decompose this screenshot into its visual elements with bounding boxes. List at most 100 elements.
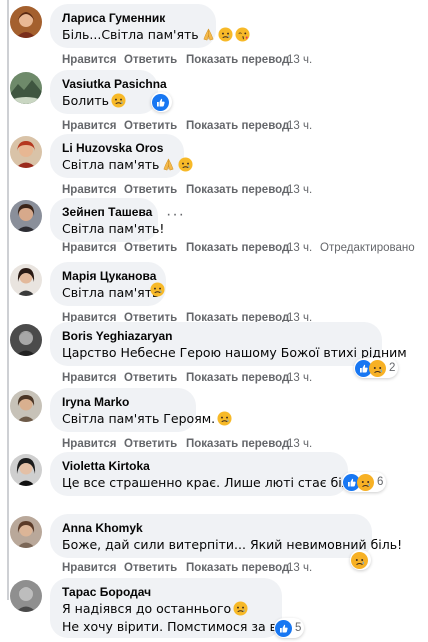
comment-text: Боже, дай сили витерпіти... Який невимов… [62, 536, 402, 554]
reaction-summary[interactable] [350, 550, 371, 570]
comment-text: Світла пам'ять! [62, 220, 164, 238]
comment-author[interactable]: Anna Khomyk [62, 521, 360, 536]
translate-link[interactable]: Показать перевод [186, 120, 289, 132]
avatar[interactable] [10, 324, 42, 356]
comment-author[interactable]: Li Huzovska Oros [62, 141, 172, 156]
comment-text-body: Царство Небесне Герою нашому Божої втихі… [62, 345, 407, 360]
timestamp[interactable]: 13 ч. [287, 372, 312, 384]
avatar[interactable] [10, 516, 42, 548]
comment-bubble: Тарас Бородач Я надіявся до останнього Н… [50, 578, 299, 638]
sad-emoji-icon [111, 93, 126, 108]
avatar[interactable] [10, 136, 42, 168]
like-link[interactable]: Нравится [62, 372, 116, 384]
reply-link[interactable]: Ответить [124, 54, 177, 66]
like-link[interactable]: Нравится [62, 120, 116, 132]
more-options-icon[interactable]: ··· [166, 206, 185, 224]
translate-link[interactable]: Показать перевод [186, 372, 289, 384]
sad-emoji-icon [217, 27, 233, 42]
translate-link[interactable]: Показать перевод [186, 184, 289, 196]
comment-text: Я надіявся до останнього [62, 600, 270, 618]
comment-author[interactable]: Vasiutka Pasichna [62, 77, 167, 92]
comment-text-body: Боже, дай сили витерпіти... Який невимов… [62, 537, 403, 552]
comment-text-body: Світла пам'ять Героям. [62, 411, 216, 426]
sad-reaction-icon [351, 551, 368, 569]
like-reaction-icon [152, 93, 169, 111]
reaction-count: 6 [377, 476, 384, 488]
comment-text-body: Болить [62, 93, 109, 108]
sad-emoji-icon [178, 157, 194, 172]
comment-author[interactable]: Тарас Бородач [62, 585, 270, 600]
avatar[interactable] [10, 264, 42, 296]
comment-author[interactable]: Violetta Kirtoka [62, 459, 336, 474]
comment-bubble: Vasiutka Pasichna Болить [50, 70, 167, 114]
reaction-count: 5 [295, 622, 302, 634]
like-link[interactable]: Нравится [62, 562, 116, 574]
reply-link[interactable]: Ответить [124, 184, 177, 196]
timestamp[interactable]: 13 ч. [287, 54, 312, 66]
comment-text-body: Біль...Світла пам'ять [62, 27, 199, 42]
like-reaction-icon [275, 619, 292, 637]
sad-emoji-icon [233, 601, 249, 616]
reaction-summary[interactable]: 5 [274, 618, 305, 638]
reaction-summary[interactable]: 6 [342, 472, 387, 492]
reply-link[interactable]: Ответить [124, 438, 177, 450]
timestamp[interactable]: 13 ч. [287, 120, 312, 132]
edited-label[interactable]: Отредактировано [320, 242, 415, 254]
comment-text: Світла пам'ять [62, 156, 194, 174]
sad-emoji-icon [150, 282, 165, 297]
avatar[interactable] [10, 580, 42, 612]
thread-line [7, 0, 9, 600]
comment-bubble: Лариса Гуменник Біль...Світла пам'ять [50, 4, 250, 48]
reply-link[interactable]: Ответить [124, 562, 177, 574]
translate-link[interactable]: Показать перевод [186, 438, 289, 450]
comment-text: Біль...Світла пам'ять [62, 26, 250, 44]
avatar[interactable] [10, 454, 42, 486]
sad-reaction-icon [357, 473, 374, 491]
avatar[interactable] [10, 72, 42, 104]
translate-link[interactable]: Показать перевод [186, 562, 289, 574]
avatar[interactable] [10, 6, 42, 38]
reply-link[interactable]: Ответить [124, 120, 177, 132]
translate-link[interactable]: Показать перевод [186, 242, 289, 254]
comment-text: Світла пам'ять [62, 284, 159, 302]
comment-text: Це все страшенно крає. Лише люті стає бі… [62, 474, 376, 492]
comment-author[interactable]: Iryna Marko [62, 395, 184, 410]
comment-bubble: Anna Khomyk Боже, дай сили витерпіти... … [50, 514, 402, 558]
comment-bubble: Iryna Marko Світла пам'ять Героям. [50, 388, 233, 432]
comment-author[interactable]: Зейнеп Ташева [62, 205, 152, 220]
face-emoji-icon [234, 27, 250, 42]
like-link[interactable]: Нравится [62, 184, 116, 196]
avatar[interactable] [10, 200, 42, 232]
comment-bubble: Violetta Kirtoka Це все страшенно крає. … [50, 452, 376, 496]
comment-text-body: Світла пам'ять [62, 157, 160, 172]
timestamp[interactable]: 13 ч. [287, 184, 312, 196]
comment-author[interactable]: Марія Цуканова [62, 269, 156, 284]
reply-link[interactable]: Ответить [124, 242, 177, 254]
comment-author[interactable]: Лариса Гуменник [62, 11, 204, 26]
like-link[interactable]: Нравится [62, 54, 116, 66]
timestamp[interactable]: 13 ч. [287, 242, 312, 254]
reaction-summary[interactable]: 2 [354, 358, 399, 378]
comment-bubble: Марія Цуканова Світла пам'ять [50, 262, 166, 306]
comment-bubble: Зейнеп Ташева Світла пам'ять! [50, 198, 164, 242]
like-link[interactable]: Нравится [62, 438, 116, 450]
comment-author[interactable]: Boris Yeghiazaryan [62, 329, 370, 344]
sad-reaction-icon [369, 359, 386, 377]
like-link[interactable]: Нравится [62, 242, 116, 254]
comment-text-body: Світла пам'ять [62, 285, 160, 300]
translate-link[interactable]: Показать перевод [186, 54, 289, 66]
pray-emoji-icon [163, 158, 174, 171]
reply-link[interactable]: Ответить [124, 372, 177, 384]
comment-bubble: Li Huzovska Oros Світла пам'ять [50, 134, 194, 178]
comment-text-body: Це все страшенно крає. Лише люті стає бі… [62, 475, 377, 490]
reaction-count: 2 [389, 362, 396, 374]
comment-text-line2: Не хочу вірити. Помстимося за всіх. [62, 619, 299, 634]
timestamp[interactable]: 13 ч. [287, 562, 312, 574]
reaction-summary[interactable] [151, 92, 172, 112]
comment-text-body: Світла пам'ять! [62, 221, 165, 236]
avatar[interactable] [10, 390, 42, 422]
timestamp[interactable]: 13 ч. [287, 438, 312, 450]
comment-text-body: Я надіявся до останнього [62, 601, 232, 616]
comment-text: Світла пам'ять Героям. [62, 410, 233, 428]
comment-text: Царство Небесне Герою нашому Божої втихі… [62, 344, 407, 362]
